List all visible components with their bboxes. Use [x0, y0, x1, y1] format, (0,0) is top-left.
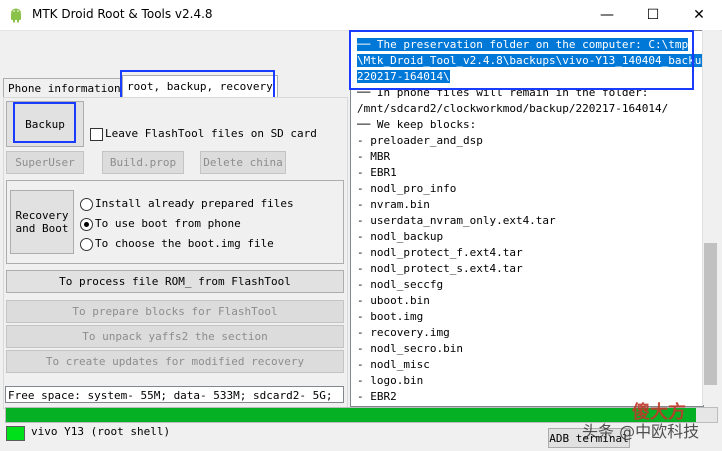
radio-label-choose-boot-img: To choose the boot.img file: [95, 237, 274, 250]
tab-label: Phone information: [8, 82, 121, 95]
log-line-text: - nodl_protect_s.ext4.tar: [357, 262, 523, 275]
tab-phone-information[interactable]: Phone information: [3, 78, 126, 99]
log-line-text: - preloader_and_dsp: [357, 134, 483, 147]
close-button[interactable]: ✕: [676, 0, 722, 30]
log-line: - MBR: [357, 149, 390, 165]
superuser-label: SuperUser: [15, 156, 75, 169]
process-rom-label: To process file ROM_ from FlashTool: [59, 275, 291, 288]
buildprop-button[interactable]: Build.prop: [102, 151, 184, 174]
create-updates-label: To create updates for modified recovery: [45, 355, 305, 368]
log-line: - EBR2: [357, 389, 397, 405]
minimize-button[interactable]: —: [584, 0, 630, 30]
log-line: - uboot.bin: [357, 293, 430, 309]
log-line: /mnt/sdcard2/clockworkmod/backup/220217-…: [357, 101, 668, 117]
log-line: - nodl_protect_f.ext4.tar: [357, 245, 523, 261]
log-line-text: - MBR: [357, 150, 391, 163]
log-line: ── We keep blocks:: [357, 117, 476, 133]
device-status-text: vivo Y13 (root shell): [31, 425, 171, 438]
prepare-blocks-label: To prepare blocks for FlashTool: [72, 305, 278, 318]
log-line-text: /mnt/sdcard2/clockworkmod/backup/220217-…: [357, 102, 669, 115]
radio-label-install-prepared: Install already prepared files: [95, 197, 294, 210]
log-line: - recovery.img: [357, 325, 450, 341]
minimize-icon: —: [600, 7, 614, 23]
log-line: - EBR1: [357, 165, 397, 181]
log-highlight-box: [349, 30, 694, 90]
log-line-text: - nodl_misc: [357, 358, 430, 371]
log-line-text: - nodl_backup: [357, 230, 444, 243]
watermark-logo: 傻大方: [632, 402, 686, 423]
delete-china-button[interactable]: Delete china: [200, 151, 286, 174]
log-line-text: - EBR1: [357, 166, 397, 179]
log-line: - preloader_and_dsp: [357, 133, 483, 149]
recovery-boot-label-line2: and Boot: [15, 222, 69, 235]
log-line-text: - logo.bin: [357, 374, 424, 387]
close-icon: ✕: [693, 7, 705, 23]
device-status-led: [6, 426, 25, 441]
unpack-yaffs-button[interactable]: To unpack yaffs2 the section: [6, 325, 344, 348]
recovery-boot-label-line1: Recovery: [15, 209, 69, 222]
log-line: - logo.bin: [357, 373, 423, 389]
backup-highlight-box: [13, 102, 76, 143]
log-line-text: ── We keep blocks:: [357, 118, 477, 131]
log-line: - nodl_seccfg: [357, 277, 443, 293]
recovery-boot-button[interactable]: Recovery and Boot: [10, 190, 74, 254]
android-icon: [11, 8, 21, 23]
superuser-button[interactable]: SuperUser: [6, 151, 84, 174]
maximize-button[interactable]: ☐: [630, 0, 676, 30]
free-space-field: Free space: system- 55M; data- 533M; sdc…: [5, 386, 344, 403]
maximize-icon: ☐: [646, 7, 660, 23]
create-updates-button[interactable]: To create updates for modified recovery: [6, 350, 344, 373]
log-line-text: - userdata_nvram_only.ext4.tar: [357, 214, 556, 227]
log-line: - nodl_protect_s.ext4.tar: [357, 261, 523, 277]
log-line: - userdata_nvram_only.ext4.tar: [357, 213, 556, 229]
unpack-yaffs-label: To unpack yaffs2 the section: [82, 330, 268, 343]
log-line-text: - nodl_pro_info: [357, 182, 457, 195]
log-line-text: - nvram.bin: [357, 198, 430, 211]
leave-flashtool-checkbox[interactable]: [90, 128, 103, 141]
radio-use-boot-from-phone[interactable]: [80, 218, 93, 231]
delete-china-label: Delete china: [203, 156, 283, 169]
log-line-text: - boot.img: [357, 310, 424, 323]
log-line-text: - nodl_protect_f.ext4.tar: [357, 246, 523, 259]
process-rom-button[interactable]: To process file ROM_ from FlashTool: [6, 270, 344, 293]
radio-choose-boot-img[interactable]: [80, 238, 93, 251]
log-line-text: - nodl_seccfg: [357, 278, 444, 291]
log-line: - nvram.bin: [357, 197, 430, 213]
log-line-text: - uboot.bin: [357, 294, 430, 307]
radio-selected-dot: [84, 222, 89, 227]
log-line: - nodl_misc: [357, 357, 430, 373]
radio-label-use-boot-from-phone: To use boot from phone: [95, 217, 241, 230]
log-line-text: - EBR2: [357, 390, 397, 403]
leave-flashtool-label: Leave FlashTool files on SD card: [105, 127, 317, 140]
prepare-blocks-button[interactable]: To prepare blocks for FlashTool: [6, 300, 344, 323]
log-line: - nodl_backup: [357, 229, 443, 245]
log-scrollbar-thumb[interactable]: [704, 243, 717, 385]
radio-install-prepared[interactable]: [80, 198, 93, 211]
log-line-text: - nodl_secro.bin: [357, 342, 463, 355]
log-line-text: - recovery.img: [357, 326, 450, 339]
log-line: - nodl_secro.bin: [357, 341, 463, 357]
window-title: MTK Droid Root & Tools v2.4.8: [32, 7, 213, 21]
log-line: - boot.img: [357, 309, 423, 325]
log-line: - nodl_pro_info: [357, 181, 456, 197]
buildprop-label: Build.prop: [109, 156, 177, 169]
